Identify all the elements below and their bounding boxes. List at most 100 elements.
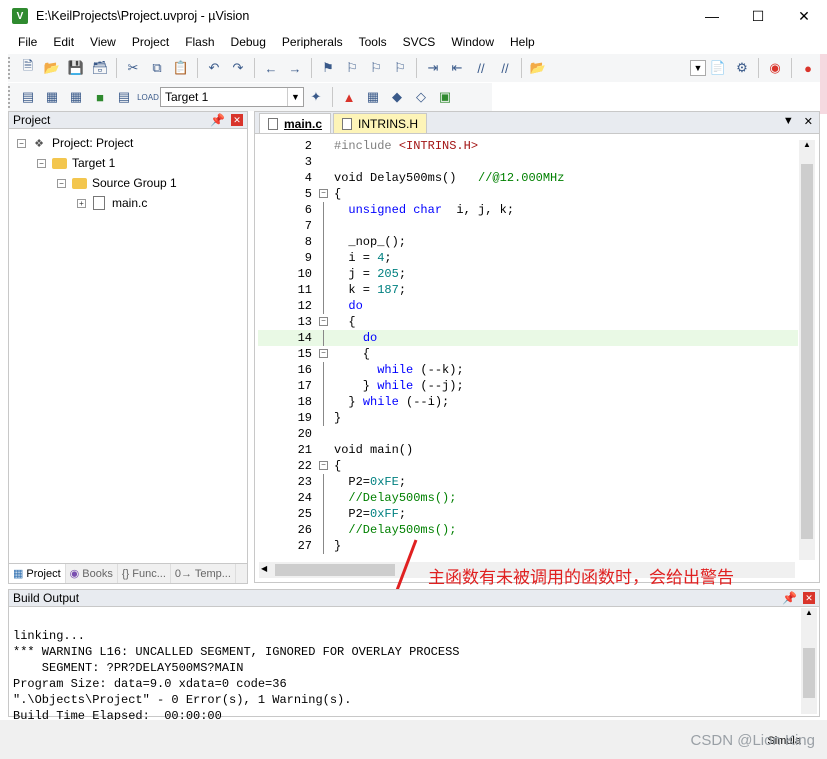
expand-icon[interactable]: + bbox=[77, 198, 86, 208]
code-line[interactable]: 21 void main() bbox=[258, 442, 798, 458]
batch-build-icon[interactable]: ■ bbox=[89, 86, 111, 108]
new-file-icon[interactable]: 🗎 bbox=[17, 57, 39, 79]
close-tab-icon[interactable]: ✕ bbox=[804, 115, 813, 128]
select-software-icon[interactable]: ◇ bbox=[410, 86, 432, 108]
uncomment-icon[interactable]: // bbox=[494, 57, 516, 79]
code-line[interactable]: 15− { bbox=[258, 346, 798, 362]
code-line[interactable]: 12 do bbox=[258, 298, 798, 314]
target-select[interactable]: Target 1 ▼ bbox=[160, 87, 304, 107]
target-options-icon[interactable]: ✦ bbox=[305, 86, 327, 108]
close-button[interactable]: ✕ bbox=[781, 0, 827, 32]
tab-books[interactable]: ◉ Books bbox=[66, 564, 118, 583]
code-line[interactable]: 4 void Delay500ms() //@12.000MHz bbox=[258, 170, 798, 186]
menu-flash[interactable]: Flash bbox=[177, 35, 222, 49]
menu-peripherals[interactable]: Peripherals bbox=[274, 35, 351, 49]
translate-icon[interactable]: ▤ bbox=[17, 86, 39, 108]
vertical-scrollbar[interactable]: ▲ bbox=[801, 608, 817, 714]
pack-installer-icon[interactable]: ◆ bbox=[386, 86, 408, 108]
minimize-button[interactable]: — bbox=[689, 0, 735, 32]
breakpoint-icon[interactable]: ● bbox=[797, 57, 819, 79]
nav-back-icon[interactable]: ← bbox=[260, 57, 282, 79]
copy-icon[interactable]: ⧉ bbox=[146, 57, 168, 79]
code-line[interactable]: 26 //Delay500ms(); bbox=[258, 522, 798, 538]
build-icon[interactable]: ▦ bbox=[41, 86, 63, 108]
code-line[interactable]: 25 P2=0xFF; bbox=[258, 506, 798, 522]
code-line[interactable]: 5−{ bbox=[258, 186, 798, 202]
tab-main-c[interactable]: main.c bbox=[259, 113, 332, 133]
close-panel-icon[interactable]: ✕ bbox=[803, 592, 815, 604]
scroll-thumb[interactable] bbox=[275, 564, 395, 576]
tree-item-project[interactable]: − ❖ Project: Project bbox=[17, 134, 133, 152]
cut-icon[interactable]: ✂ bbox=[122, 57, 144, 79]
tab-intrins-h[interactable]: INTRINS.H bbox=[333, 113, 428, 133]
nav-forward-icon[interactable]: → bbox=[284, 57, 306, 79]
scroll-thumb[interactable] bbox=[801, 164, 813, 539]
debug-session-icon[interactable]: ◉ bbox=[764, 57, 786, 79]
code-line[interactable]: 27} bbox=[258, 538, 798, 554]
menu-window[interactable]: Window bbox=[443, 35, 502, 49]
menu-svcs[interactable]: SVCS bbox=[395, 35, 444, 49]
load-icon[interactable]: LOAD bbox=[137, 86, 159, 108]
tab-project[interactable]: ▦ Project bbox=[9, 564, 66, 583]
code-line[interactable]: 22−{ bbox=[258, 458, 798, 474]
unindent-icon[interactable]: ⇤ bbox=[446, 57, 468, 79]
file-extensions-icon[interactable]: ▦ bbox=[362, 86, 384, 108]
undo-icon[interactable]: ↶ bbox=[203, 57, 225, 79]
run-time-env-icon[interactable]: ▣ bbox=[434, 86, 456, 108]
maximize-button[interactable]: ☐ bbox=[735, 0, 781, 32]
pin-icon[interactable]: 📌 bbox=[782, 591, 797, 605]
code-area[interactable]: 2 #include <INTRINS.H> 3 4 void Delay500ms()… bbox=[258, 138, 798, 558]
code-line[interactable]: 10 j = 205; bbox=[258, 266, 798, 282]
code-line[interactable]: 24 //Delay500ms(); bbox=[258, 490, 798, 506]
fold-collapse-icon[interactable]: − bbox=[316, 314, 332, 330]
collapse-icon[interactable]: − bbox=[57, 178, 66, 188]
open-file-icon[interactable]: 📂 bbox=[41, 57, 63, 79]
scroll-left-icon[interactable]: ◀ bbox=[261, 564, 267, 573]
clear-bookmarks-icon[interactable]: ⚐ bbox=[389, 57, 411, 79]
code-line[interactable]: 9 i = 4; bbox=[258, 250, 798, 266]
code-line[interactable]: 20 bbox=[258, 426, 798, 442]
menu-project[interactable]: Project bbox=[124, 35, 177, 49]
code-line[interactable]: 8 _nop_(); bbox=[258, 234, 798, 250]
tree-item-source-group[interactable]: − Source Group 1 bbox=[57, 174, 177, 192]
scroll-up-icon[interactable]: ▲ bbox=[799, 140, 815, 149]
indent-icon[interactable]: ⇥ bbox=[422, 57, 444, 79]
save-icon[interactable]: 💾 bbox=[65, 57, 87, 79]
redo-icon[interactable]: ↷ bbox=[227, 57, 249, 79]
code-line[interactable]: 19} bbox=[258, 410, 798, 426]
menu-debug[interactable]: Debug bbox=[223, 35, 274, 49]
tab-list-icon[interactable]: ▼ bbox=[783, 115, 794, 128]
scroll-thumb[interactable] bbox=[803, 648, 815, 698]
tools-icon[interactable]: ⚙ bbox=[731, 57, 753, 79]
tree-item-main-c[interactable]: + main.c bbox=[77, 194, 147, 212]
bookmark-icon[interactable]: ⚑ bbox=[317, 57, 339, 79]
collapse-icon[interactable]: − bbox=[37, 158, 46, 168]
code-line[interactable]: 17 } while (--j); bbox=[258, 378, 798, 394]
pin-icon[interactable]: 📌 bbox=[210, 113, 225, 127]
fold-collapse-icon[interactable]: − bbox=[316, 346, 332, 362]
menu-view[interactable]: View bbox=[82, 35, 124, 49]
code-line[interactable]: 13− { bbox=[258, 314, 798, 330]
scroll-up-icon[interactable]: ▲ bbox=[801, 608, 817, 617]
tab-templates[interactable]: 0→ Temp... bbox=[171, 564, 236, 583]
next-bookmark-icon[interactable]: ⚐ bbox=[365, 57, 387, 79]
menu-help[interactable]: Help bbox=[502, 35, 543, 49]
manage-components-icon[interactable]: ▲ bbox=[338, 86, 360, 108]
find-in-files-icon[interactable]: 📂 bbox=[527, 57, 549, 79]
code-line[interactable]: 14 do bbox=[258, 330, 798, 346]
tree-item-target[interactable]: − Target 1 bbox=[37, 154, 115, 172]
stop-build-icon[interactable]: ▤ bbox=[113, 86, 135, 108]
vertical-scrollbar[interactable]: ▲ bbox=[799, 140, 815, 560]
save-all-icon[interactable]: 🗃 bbox=[89, 57, 111, 79]
paste-icon[interactable]: 📋 bbox=[170, 57, 192, 79]
collapse-icon[interactable]: − bbox=[17, 138, 26, 148]
code-line[interactable]: 23 P2=0xFE; bbox=[258, 474, 798, 490]
code-line[interactable]: 11 k = 187; bbox=[258, 282, 798, 298]
code-line[interactable]: 7 bbox=[258, 218, 798, 234]
code-line[interactable]: 18 } while (--i); bbox=[258, 394, 798, 410]
fold-collapse-icon[interactable]: − bbox=[316, 186, 332, 202]
code-line[interactable]: 2 #include <INTRINS.H> bbox=[258, 138, 798, 154]
fold-collapse-icon[interactable]: − bbox=[316, 458, 332, 474]
config-icon[interactable]: 📄 bbox=[707, 57, 729, 79]
code-line[interactable]: 16 while (--k); bbox=[258, 362, 798, 378]
